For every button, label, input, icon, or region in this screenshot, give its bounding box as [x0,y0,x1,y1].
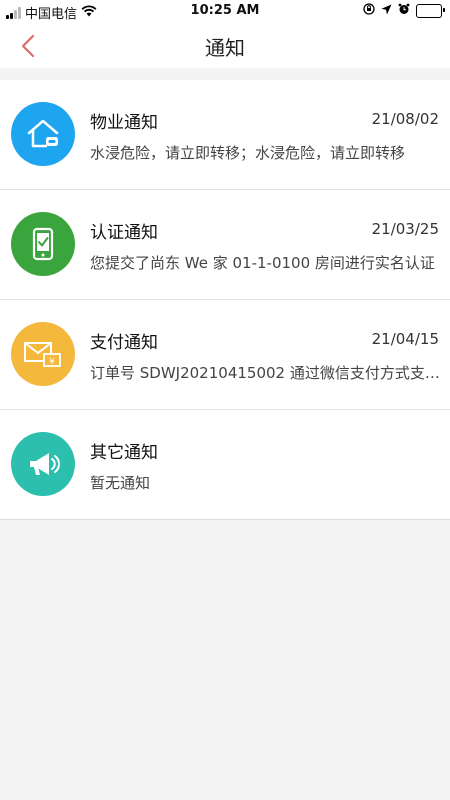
alarm-icon [398,3,410,19]
house-icon [11,102,75,166]
svg-text:¥: ¥ [49,357,55,367]
notification-row-property[interactable]: 物业通知 21/08/02 水浸危险，请立即转移；水浸危险，请立即转移 [0,80,450,190]
notification-row-auth[interactable]: 认证通知 21/03/25 您提交了尚东 We 家 01-1-0100 房间进行… [0,190,450,300]
battery-icon [416,4,445,18]
notification-date: 21/04/15 [371,330,439,348]
lock-rotation-icon [363,3,375,19]
status-right [363,3,445,19]
notification-message: 暂无通知 [90,474,151,492]
notification-title: 支付通知 [90,333,158,353]
envelope-yen-icon: ¥ [11,322,75,386]
phone-check-icon [11,212,75,276]
notification-list: 物业通知 21/08/02 水浸危险，请立即转移；水浸危险，请立即转移 认证通知… [0,80,450,520]
notification-row-other[interactable]: 其它通知 暂无通知 [0,410,450,519]
notification-title: 认证通知 [90,223,158,243]
location-icon [381,4,392,19]
status-bar: 中国电信 10:25 AM [0,0,450,22]
notification-date: 21/08/02 [371,110,439,128]
notification-title: 其它通知 [90,443,158,463]
notification-row-payment[interactable]: ¥ 支付通知 21/04/15 订单号 SDWJ20210415002 通过微信… [0,300,450,410]
notification-message: 水浸危险，请立即转移；水浸危险，请立即转移 [90,144,406,162]
notification-date: 21/03/25 [371,220,439,238]
navigation-bar: 通知 [0,22,450,68]
notification-message: 您提交了尚东 We 家 01-1-0100 房间进行实名认证 [90,254,435,272]
page-title: 通知 [205,36,245,60]
notification-title: 物业通知 [90,113,158,133]
megaphone-icon [11,432,75,496]
notification-message: 订单号 SDWJ20210415002 通过微信支付方式支付成功 [90,364,440,382]
